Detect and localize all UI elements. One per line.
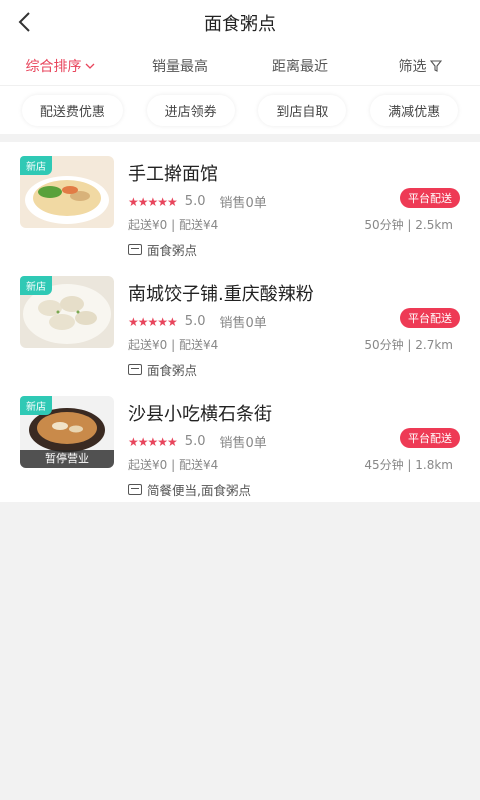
category-label: 面食粥点: [147, 243, 198, 258]
delivery-fee: 起送¥0 | 配送¥4: [128, 218, 219, 232]
sort-tab-label: 综合排序: [25, 58, 82, 75]
eta-distance: 50分钟 | 2.7km: [364, 338, 453, 352]
store-name: 南城饺子铺.重庆酸辣粉: [128, 284, 314, 305]
rating-row: ★★★★★ 5.0 销售0单: [128, 192, 267, 211]
platform-delivery-badge: 平台配送: [400, 428, 460, 448]
store-card[interactable]: 暂停营业 新店 沙县小吃横石条街 ★★★★★ 5.0 销售0单 平台配送 起送¥…: [0, 382, 480, 502]
star-rating-icon: ★★★★★: [128, 314, 178, 329]
new-store-badge: 新店: [20, 156, 52, 175]
category-label: 简餐便当,面食粥点: [147, 483, 251, 498]
sales-count: 销售0单: [219, 196, 267, 211]
store-icon: [128, 484, 142, 495]
store-category: 面食粥点: [128, 360, 197, 379]
store-card[interactable]: 新店 南城饺子铺.重庆酸辣粉 ★★★★★ 5.0 销售0单 平台配送 起送¥0 …: [0, 262, 480, 382]
sort-tab-label: 距离最近: [272, 58, 328, 75]
sort-tab-label: 销量最高: [152, 58, 208, 75]
store-list: 新店 手工擀面馆 ★★★★★ 5.0 销售0单 平台配送 起送¥0 | 配送¥4…: [0, 142, 480, 502]
chip-full-reduction[interactable]: 满减优惠: [370, 94, 459, 126]
chevron-left-icon: [18, 12, 30, 32]
new-store-badge: 新店: [20, 396, 52, 415]
sort-tab-label: 筛选: [398, 58, 427, 75]
sort-tab-filter[interactable]: 筛选: [360, 56, 480, 76]
eta-distance: 50分钟 | 2.5km: [364, 218, 453, 232]
chevron-down-icon: [85, 63, 94, 69]
store-card[interactable]: 新店 手工擀面馆 ★★★★★ 5.0 销售0单 平台配送 起送¥0 | 配送¥4…: [0, 142, 480, 262]
store-name: 手工擀面馆: [128, 164, 218, 185]
star-rating-icon: ★★★★★: [128, 194, 178, 209]
new-store-badge: 新店: [20, 276, 52, 295]
rating-row: ★★★★★ 5.0 销售0单: [128, 312, 267, 331]
chip-delivery-discount[interactable]: 配送费优惠: [21, 94, 123, 126]
star-rating-icon: ★★★★★: [128, 434, 178, 449]
chip-self-pickup[interactable]: 到店自取: [258, 94, 347, 126]
back-button[interactable]: [14, 10, 38, 34]
rating-score: 5.0: [184, 194, 206, 209]
category-label: 面食粥点: [147, 363, 198, 378]
filter-icon: [429, 59, 442, 72]
rating-row: ★★★★★ 5.0 销售0单: [128, 432, 267, 451]
header-area: 面食粥点 综合排序 销量最高 距离最近 筛选 配送费优惠 进店领券 到店自取 满…: [0, 0, 480, 134]
delivery-fee: 起送¥0 | 配送¥4: [128, 338, 219, 352]
sales-count: 销售0单: [219, 436, 267, 451]
sales-count: 销售0单: [219, 316, 267, 331]
rating-score: 5.0: [184, 434, 206, 449]
store-icon: [128, 364, 142, 375]
eta-distance: 45分钟 | 1.8km: [364, 458, 453, 472]
chip-coupons[interactable]: 进店领券: [146, 94, 235, 126]
store-name: 沙县小吃横石条街: [128, 404, 272, 425]
store-category: 简餐便当,面食粥点: [128, 480, 251, 499]
platform-delivery-badge: 平台配送: [400, 308, 460, 328]
store-icon: [128, 244, 142, 255]
title-bar: 面食粥点: [0, 0, 480, 46]
sort-tab-distance[interactable]: 距离最近: [240, 56, 360, 76]
rating-score: 5.0: [184, 314, 206, 329]
sort-bar: 综合排序 销量最高 距离最近 筛选: [0, 46, 480, 86]
promo-chips: 配送费优惠 进店领券 到店自取 满减优惠: [0, 86, 480, 134]
platform-delivery-badge: 平台配送: [400, 188, 460, 208]
store-category: 面食粥点: [128, 240, 197, 259]
delivery-fee: 起送¥0 | 配送¥4: [128, 458, 219, 472]
sort-tab-sales[interactable]: 销量最高: [120, 56, 240, 76]
sort-tab-comprehensive[interactable]: 综合排序: [0, 56, 120, 76]
page-title: 面食粥点: [204, 14, 276, 35]
paused-overlay: 暂停营业: [20, 450, 114, 468]
